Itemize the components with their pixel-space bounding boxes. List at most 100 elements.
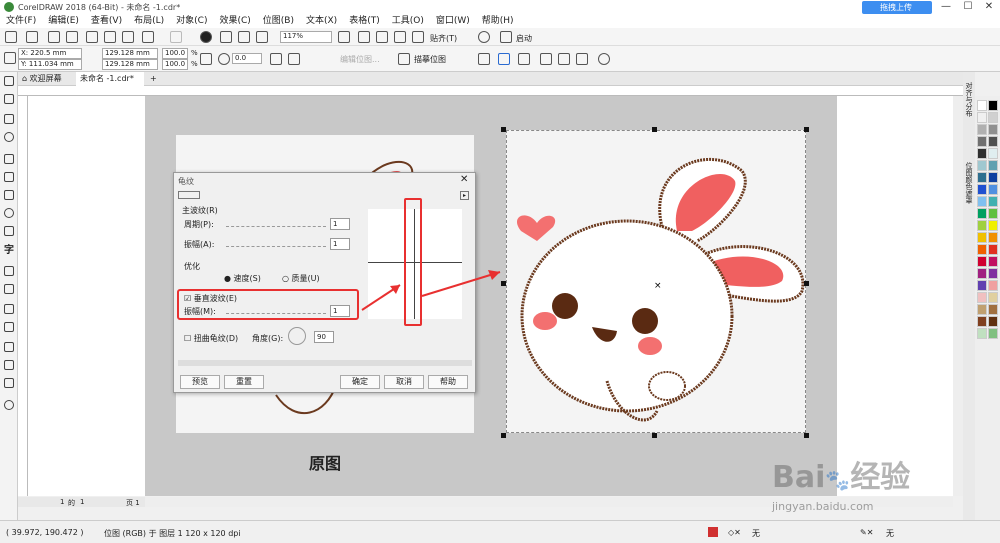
processed-image[interactable]: × bbox=[506, 130, 806, 433]
palette-swatch[interactable] bbox=[988, 112, 998, 123]
expand-arrow-icon[interactable]: ▸ bbox=[460, 191, 469, 200]
lock-ratio-icon[interactable] bbox=[200, 53, 212, 65]
palette-swatch[interactable] bbox=[977, 292, 987, 303]
period-slider[interactable] bbox=[226, 219, 326, 227]
export-icon[interactable] bbox=[238, 31, 250, 43]
undo-icon[interactable] bbox=[142, 31, 154, 43]
palette-swatch[interactable] bbox=[988, 292, 998, 303]
reset-button[interactable]: 重置 bbox=[224, 375, 264, 389]
palette-swatch[interactable] bbox=[988, 244, 998, 255]
print-icon[interactable] bbox=[66, 31, 78, 43]
add-tool-icon[interactable] bbox=[4, 400, 14, 410]
help-button[interactable]: 帮助 bbox=[428, 375, 468, 389]
palette-swatch[interactable] bbox=[988, 184, 998, 195]
tab-document[interactable]: 未命名 -1.cdr* bbox=[76, 72, 144, 86]
mirror-vertical-icon[interactable] bbox=[288, 53, 300, 65]
height-field[interactable]: 129.128 mm bbox=[102, 59, 158, 70]
full-screen-icon[interactable] bbox=[338, 31, 350, 43]
ok-button[interactable]: 确定 bbox=[340, 375, 380, 389]
menu-edit[interactable]: 编辑(E) bbox=[42, 14, 85, 28]
palette-swatch[interactable] bbox=[977, 184, 987, 195]
palette-swatch[interactable] bbox=[988, 160, 998, 171]
minimize-button[interactable]: — bbox=[935, 0, 957, 14]
page-tab[interactable]: 页 1 bbox=[126, 498, 140, 508]
selection-handle[interactable] bbox=[652, 127, 657, 132]
crop-bitmap-icon[interactable] bbox=[478, 53, 490, 65]
zoom-tool-icon[interactable] bbox=[4, 132, 14, 142]
unlink-bitmap-icon[interactable] bbox=[576, 53, 588, 65]
connector-tool-icon[interactable] bbox=[4, 284, 14, 294]
palette-swatch[interactable] bbox=[988, 208, 998, 219]
pick-tool-icon[interactable] bbox=[4, 76, 14, 86]
snap-to-menu[interactable]: 贴齐(T) bbox=[430, 33, 457, 44]
show-guidelines-icon[interactable] bbox=[394, 31, 406, 43]
amplitude-input[interactable]: 1 bbox=[330, 238, 350, 250]
quality-radio[interactable]: ○ 质量(U) bbox=[282, 273, 320, 284]
snap-icon[interactable] bbox=[412, 31, 424, 43]
palette-swatch[interactable] bbox=[988, 100, 998, 111]
outline-icon[interactable]: ✎✕ bbox=[860, 528, 873, 537]
eyedropper-tool-icon[interactable] bbox=[4, 342, 14, 352]
publish-pdf-icon[interactable] bbox=[256, 31, 268, 43]
docker-tab-color-mask[interactable]: 位图颜色遮罩 bbox=[964, 162, 974, 204]
angle-input[interactable]: 90 bbox=[314, 331, 334, 343]
options-gear-icon[interactable] bbox=[478, 31, 490, 43]
palette-swatch[interactable] bbox=[988, 280, 998, 291]
smart-fill-icon[interactable] bbox=[4, 378, 14, 388]
new-icon[interactable] bbox=[5, 31, 17, 43]
palette-swatch[interactable] bbox=[988, 196, 998, 207]
palette-swatch[interactable] bbox=[988, 304, 998, 315]
palette-swatch[interactable] bbox=[977, 304, 987, 315]
search-content-icon[interactable] bbox=[200, 31, 212, 43]
angle-dial-icon[interactable] bbox=[288, 327, 306, 345]
palette-swatch[interactable] bbox=[977, 256, 987, 267]
text-tool-icon[interactable]: 字 bbox=[4, 246, 14, 256]
palette-swatch[interactable] bbox=[977, 112, 987, 123]
palette-swatch[interactable] bbox=[977, 232, 987, 243]
bitmap-border-icon[interactable] bbox=[518, 53, 530, 65]
crop-tool-icon[interactable] bbox=[4, 114, 14, 124]
upload-button[interactable]: 拖拽上传 bbox=[862, 1, 932, 14]
width-field[interactable]: 129.128 mm bbox=[102, 48, 158, 59]
palette-swatch[interactable] bbox=[977, 244, 987, 255]
new-tab-icon[interactable]: + bbox=[146, 72, 158, 86]
artistic-media-icon[interactable] bbox=[4, 172, 14, 182]
palette-swatch[interactable] bbox=[977, 160, 987, 171]
edit-bitmap-button[interactable]: 编辑位图... bbox=[340, 54, 380, 65]
palette-swatch[interactable] bbox=[977, 124, 987, 135]
palette-swatch[interactable] bbox=[977, 136, 987, 147]
launch-menu[interactable]: 启动 bbox=[516, 33, 532, 44]
palette-swatch[interactable] bbox=[988, 232, 998, 243]
drop-shadow-icon[interactable] bbox=[4, 304, 14, 314]
menu-object[interactable]: 对象(C) bbox=[170, 14, 213, 28]
maximize-button[interactable]: ☐ bbox=[957, 0, 979, 14]
palette-swatch[interactable] bbox=[977, 172, 987, 183]
amplitude-slider[interactable] bbox=[226, 239, 326, 247]
rotation-field[interactable]: 0.0 bbox=[232, 53, 262, 64]
twist-moire-checkbox[interactable]: ☐ 扭曲龟纹(D) bbox=[184, 333, 238, 344]
tab-welcome[interactable]: ⌂ 欢迎屏幕 bbox=[18, 72, 76, 86]
mirror-horizontal-icon[interactable] bbox=[270, 53, 282, 65]
speed-radio[interactable]: ● 速度(S) bbox=[224, 273, 261, 284]
menu-layout[interactable]: 布局(L) bbox=[128, 14, 170, 28]
palette-swatch[interactable] bbox=[988, 220, 998, 231]
shape-tool-icon[interactable] bbox=[4, 94, 14, 104]
menu-view[interactable]: 查看(V) bbox=[85, 14, 128, 28]
scale-y-field[interactable]: 100.0 bbox=[162, 59, 188, 70]
rectangle-tool-icon[interactable] bbox=[4, 190, 14, 200]
palette-swatch[interactable] bbox=[988, 148, 998, 159]
polygon-tool-icon[interactable] bbox=[4, 226, 14, 236]
period-input[interactable]: 1 bbox=[330, 218, 350, 230]
palette-swatch[interactable] bbox=[977, 196, 987, 207]
bitmap-color-mask-icon[interactable] bbox=[540, 53, 552, 65]
selection-handle[interactable] bbox=[501, 433, 506, 438]
open-icon[interactable] bbox=[26, 31, 38, 43]
palette-swatch[interactable] bbox=[977, 268, 987, 279]
close-button[interactable]: ✕ bbox=[978, 0, 1000, 14]
zoom-select[interactable]: 117% bbox=[280, 31, 332, 43]
object-origin-icon[interactable] bbox=[4, 52, 16, 64]
palette-swatch[interactable] bbox=[977, 316, 987, 327]
add-icon[interactable] bbox=[598, 53, 610, 65]
palette-swatch[interactable] bbox=[977, 208, 987, 219]
menu-bitmap[interactable]: 位图(B) bbox=[257, 14, 300, 28]
